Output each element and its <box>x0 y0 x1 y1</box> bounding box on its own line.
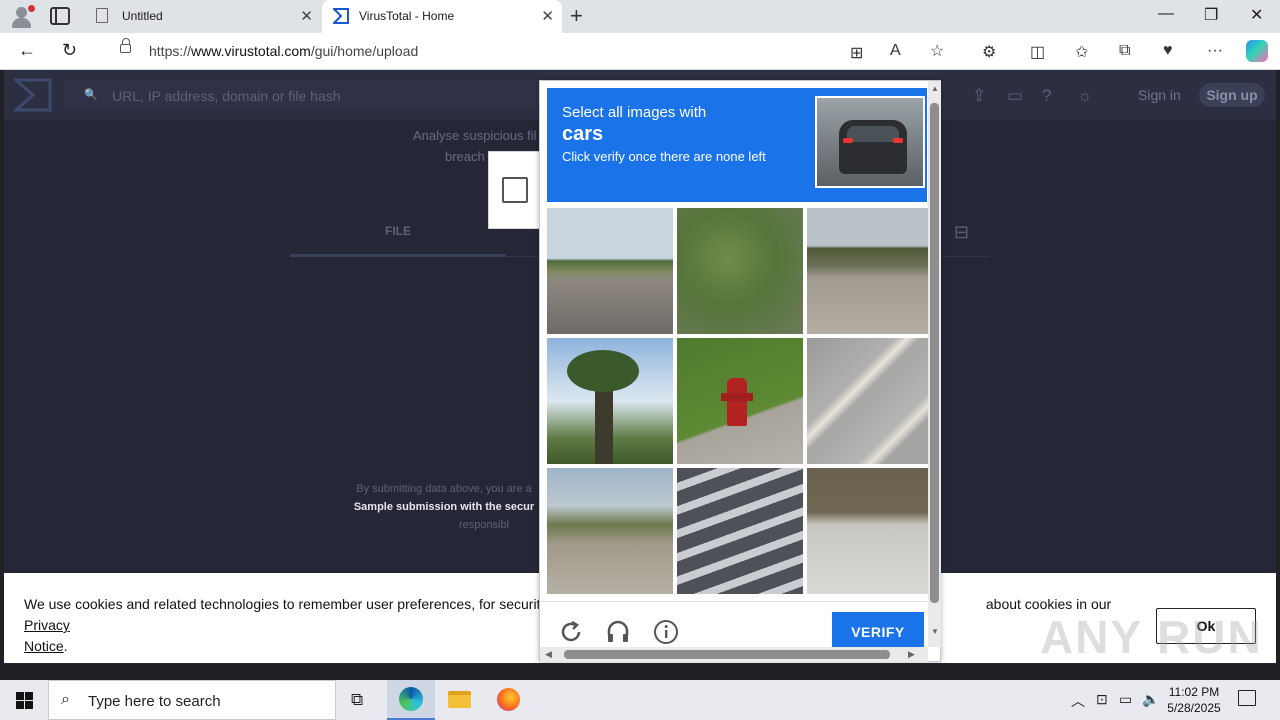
tab-title: Untitled <box>122 9 163 23</box>
edge-taskbar-icon[interactable] <box>387 680 435 720</box>
notice-link[interactable]: Notice <box>24 638 64 654</box>
challenge-target: cars <box>562 123 604 145</box>
sample-image-car <box>815 96 925 188</box>
back-icon[interactable]: ← <box>18 40 36 61</box>
captcha-tile-crosswalk[interactable] <box>677 468 803 594</box>
tray-overflow-icon[interactable]: ︿ <box>1071 691 1085 711</box>
theme-icon[interactable]: ☼ <box>1077 86 1093 106</box>
notifications-icon[interactable] <box>1238 690 1256 706</box>
browser-tab-bar: Untitled ✕ VirusTotal - Home ✕ + — ❐ ✕ <box>0 0 1280 33</box>
tray-device-icon[interactable]: ⊡ <box>1096 691 1108 708</box>
captcha-tile-grass[interactable] <box>677 208 803 334</box>
scroll-down-icon[interactable]: ▼ <box>931 627 939 636</box>
help-icon[interactable]: ? <box>1042 86 1051 106</box>
split-screen-icon[interactable]: ◫ <box>1030 42 1045 62</box>
notifications-icon[interactable]: ▭ <box>1007 86 1023 106</box>
terms-text: By submitting data above, you are a Samp… <box>353 483 535 531</box>
favorites-icon[interactable]: ✩ <box>1075 42 1088 62</box>
minimize-icon[interactable]: — <box>1158 5 1174 23</box>
captcha-tile-road-palms[interactable] <box>547 208 673 334</box>
search-placeholder: URL, IP address, domain or file hash <box>112 88 341 104</box>
copilot-icon[interactable] <box>1246 40 1268 62</box>
recaptcha-checkbox[interactable] <box>502 177 528 203</box>
windows-start-icon[interactable] <box>16 692 33 709</box>
recaptcha-challenge: Select all images with cars Click verify… <box>539 80 941 662</box>
search-tab-icon[interactable]: ⊟ <box>954 222 969 243</box>
performance-icon[interactable]: ♥ <box>1163 42 1173 60</box>
anyrun-watermark: ANY RUN <box>1040 611 1263 663</box>
captcha-tile-road-lines[interactable] <box>807 338 933 464</box>
volume-icon[interactable]: 🔈 <box>1142 691 1159 708</box>
tab-active-underline <box>290 254 506 257</box>
tab-untitled[interactable]: Untitled ✕ <box>85 0 321 33</box>
app-available-icon[interactable]: ⊞ <box>850 43 863 63</box>
close-tab-icon[interactable]: ✕ <box>541 7 554 25</box>
extensions-icon[interactable]: ⚙ <box>982 42 996 62</box>
search-icon: ⌕ <box>61 691 70 708</box>
virustotal-logo-icon[interactable] <box>14 78 52 112</box>
challenge-hint: Click verify once there are none left <box>562 149 766 164</box>
file-explorer-icon[interactable] <box>435 680 483 720</box>
captcha-tile-sidewalk[interactable] <box>807 468 933 594</box>
tab-file[interactable]: FILE <box>385 224 411 238</box>
tab-title: VirusTotal - Home <box>359 9 455 23</box>
url-field[interactable]: https://www.virustotal.com/gui/home/uplo… <box>100 36 963 66</box>
file-icon <box>96 8 108 23</box>
system-clock[interactable]: 11:02 PM 5/28/2025 <box>1163 684 1225 716</box>
virustotal-favicon-icon <box>333 8 349 24</box>
close-tab-icon[interactable]: ✕ <box>300 7 313 25</box>
vertical-scrollbar[interactable]: ▲ ▼ <box>928 81 941 647</box>
refresh-icon[interactable]: ↻ <box>62 40 77 61</box>
captcha-tile-palm-tree[interactable] <box>547 338 673 464</box>
new-tab-icon[interactable]: + <box>570 3 583 29</box>
captcha-tile-fire-hydrant[interactable] <box>677 338 803 464</box>
network-icon[interactable]: ▭ <box>1119 691 1132 708</box>
reload-icon[interactable] <box>558 619 584 645</box>
windows-taskbar: ⌕ Type here to search ⧉ ︿ ⊡ ▭ 🔈 11:02 PM… <box>0 680 1280 720</box>
horizontal-scrollbar[interactable]: ◀ ▶ <box>540 647 928 662</box>
recaptcha-checkbox-frame <box>488 151 543 229</box>
scroll-right-icon[interactable]: ▶ <box>908 649 915 660</box>
tab-actions-icon[interactable] <box>50 7 70 25</box>
window-close-icon[interactable]: ✕ <box>1250 5 1263 25</box>
taskbar-search-placeholder: Type here to search <box>88 693 221 710</box>
info-icon[interactable] <box>653 619 679 645</box>
taskbar-search-input[interactable]: ⌕ Type here to search <box>48 680 336 720</box>
read-aloud-icon[interactable]: A <box>890 42 901 60</box>
privacy-link[interactable]: Privacy <box>24 617 70 633</box>
firefox-icon[interactable] <box>484 680 532 720</box>
captcha-tile-bridge-road[interactable] <box>807 208 933 334</box>
footer-divider <box>540 601 928 602</box>
lock-icon[interactable] <box>120 38 131 53</box>
horizontal-scroll-thumb[interactable] <box>564 650 890 659</box>
tab-virustotal[interactable]: VirusTotal - Home ✕ <box>322 0 562 33</box>
collections-icon[interactable]: ⧉ <box>1119 42 1130 60</box>
upload-icon[interactable]: ⇪ <box>972 86 986 106</box>
audio-challenge-icon[interactable] <box>605 619 631 645</box>
url-text: https://www.virustotal.com/gui/home/uplo… <box>149 43 419 59</box>
more-menu-icon[interactable]: ··· <box>1207 42 1223 60</box>
vertical-scroll-thumb[interactable] <box>930 103 939 603</box>
restore-icon[interactable]: ❐ <box>1204 5 1218 25</box>
verify-button[interactable]: VERIFY <box>832 612 924 652</box>
task-view-icon[interactable]: ⧉ <box>336 680 384 720</box>
address-bar-row: ← ↻ https://www.virustotal.com/gui/home/… <box>0 33 1280 70</box>
profile-icon[interactable] <box>10 5 35 29</box>
vt-search-input[interactable]: 🔍 URL, IP address, domain or file hash <box>64 80 544 110</box>
scroll-left-icon[interactable]: ◀ <box>545 649 552 660</box>
sign-up-button[interactable]: Sign up <box>1199 83 1265 107</box>
search-icon: 🔍 <box>84 89 98 101</box>
favorite-star-icon[interactable]: ☆ <box>930 41 944 61</box>
scroll-up-icon[interactable]: ▲ <box>931 84 939 93</box>
captcha-tile-highway[interactable] <box>547 468 673 594</box>
sign-in-link[interactable]: Sign in <box>1138 87 1181 103</box>
challenge-header: Select all images with cars Click verify… <box>547 88 927 202</box>
challenge-instruction: Select all images with <box>562 104 707 121</box>
